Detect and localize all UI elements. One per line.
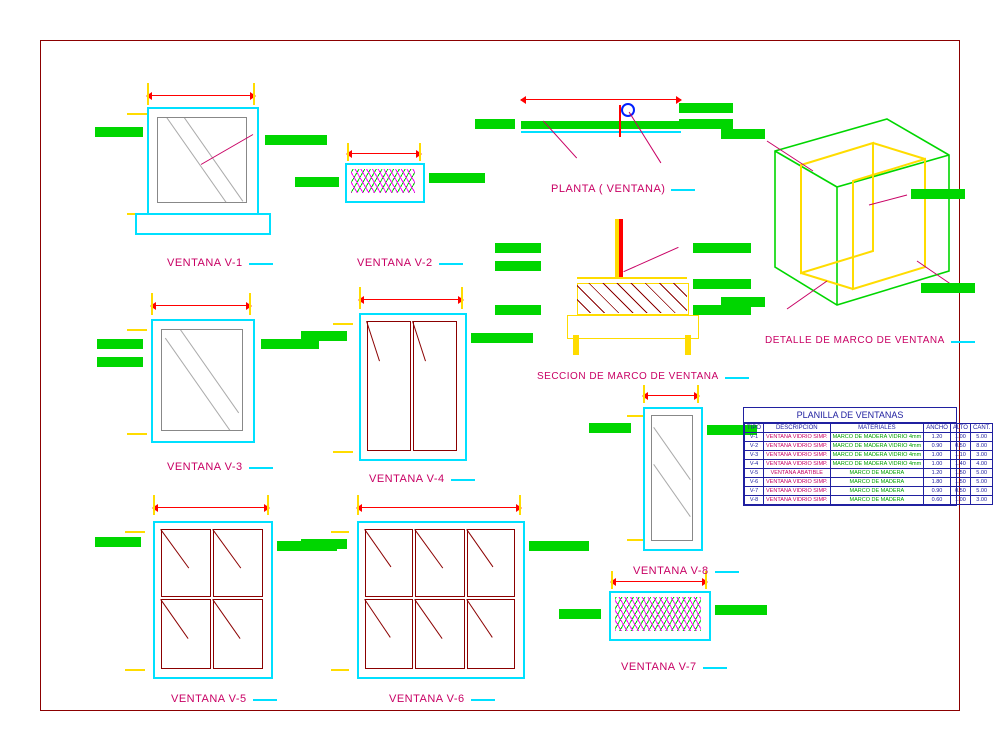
drawing-sheet: VENTANA V-1 VENTANA V-2 VENTANA V-3 [40,40,960,711]
table-body: TIPODESCRIPCIONMATERIALESANCHOALTOCANT. … [744,423,993,505]
view-v8 [625,399,735,569]
label-v8: VENTANA V-8 [633,565,709,577]
view-v4 [345,305,495,475]
table-row: V-2VENTANA VIDRIO SIMP.MARCO DE MADERA V… [745,442,993,451]
label-planta: PLANTA ( VENTANA) [551,183,665,195]
label-v5: VENTANA V-5 [171,693,247,705]
label-seccion: SECCION DE MARCO DE VENTANA [537,371,719,382]
table-row: V-4VENTANA VIDRIO SIMP.MARCO DE MADERA V… [745,460,993,469]
view-v3 [141,311,271,461]
label-v6: VENTANA V-6 [389,693,465,705]
iso-frame-icon [757,101,967,331]
label-v4: VENTANA V-4 [369,473,445,485]
table-row: V-3VENTANA VIDRIO SIMP.MARCO DE MADERA V… [745,451,993,460]
view-v6 [341,511,551,691]
label-v7: VENTANA V-7 [621,661,697,673]
view-detalle [757,101,967,331]
view-v2 [337,157,447,217]
table-row: V-7VENTANA VIDRIO SIMP.MARCO DE MADERA0.… [745,487,993,496]
view-v1 [141,101,261,241]
table-row: V-8VENTANA VIDRIO SIMP.MARCO DE MADERA0.… [745,496,993,505]
label-detalle: DETALLE DE MARCO DE VENTANA [765,335,945,346]
schedule-table: PLANILLA DE VENTANAS TIPODESCRIPCIONMATE… [743,407,957,506]
label-v3: VENTANA V-3 [167,461,243,473]
table-title: PLANILLA DE VENTANAS [744,408,956,423]
view-planta [511,97,711,187]
label-v2: VENTANA V-2 [357,257,433,269]
view-v7 [597,585,737,665]
table-row: V-1VENTANA VIDRIO SIMP.MARCO DE MADERA V… [745,433,993,442]
view-v5 [137,511,297,691]
label-v1: VENTANA V-1 [167,257,243,269]
view-seccion [537,219,727,369]
table-row: V-6VENTANA VIDRIO SIMP.MARCO DE MADERA1.… [745,478,993,487]
table-row: V-5VENTANA ABATIBLEMARCO DE MADERA1.201.… [745,469,993,478]
